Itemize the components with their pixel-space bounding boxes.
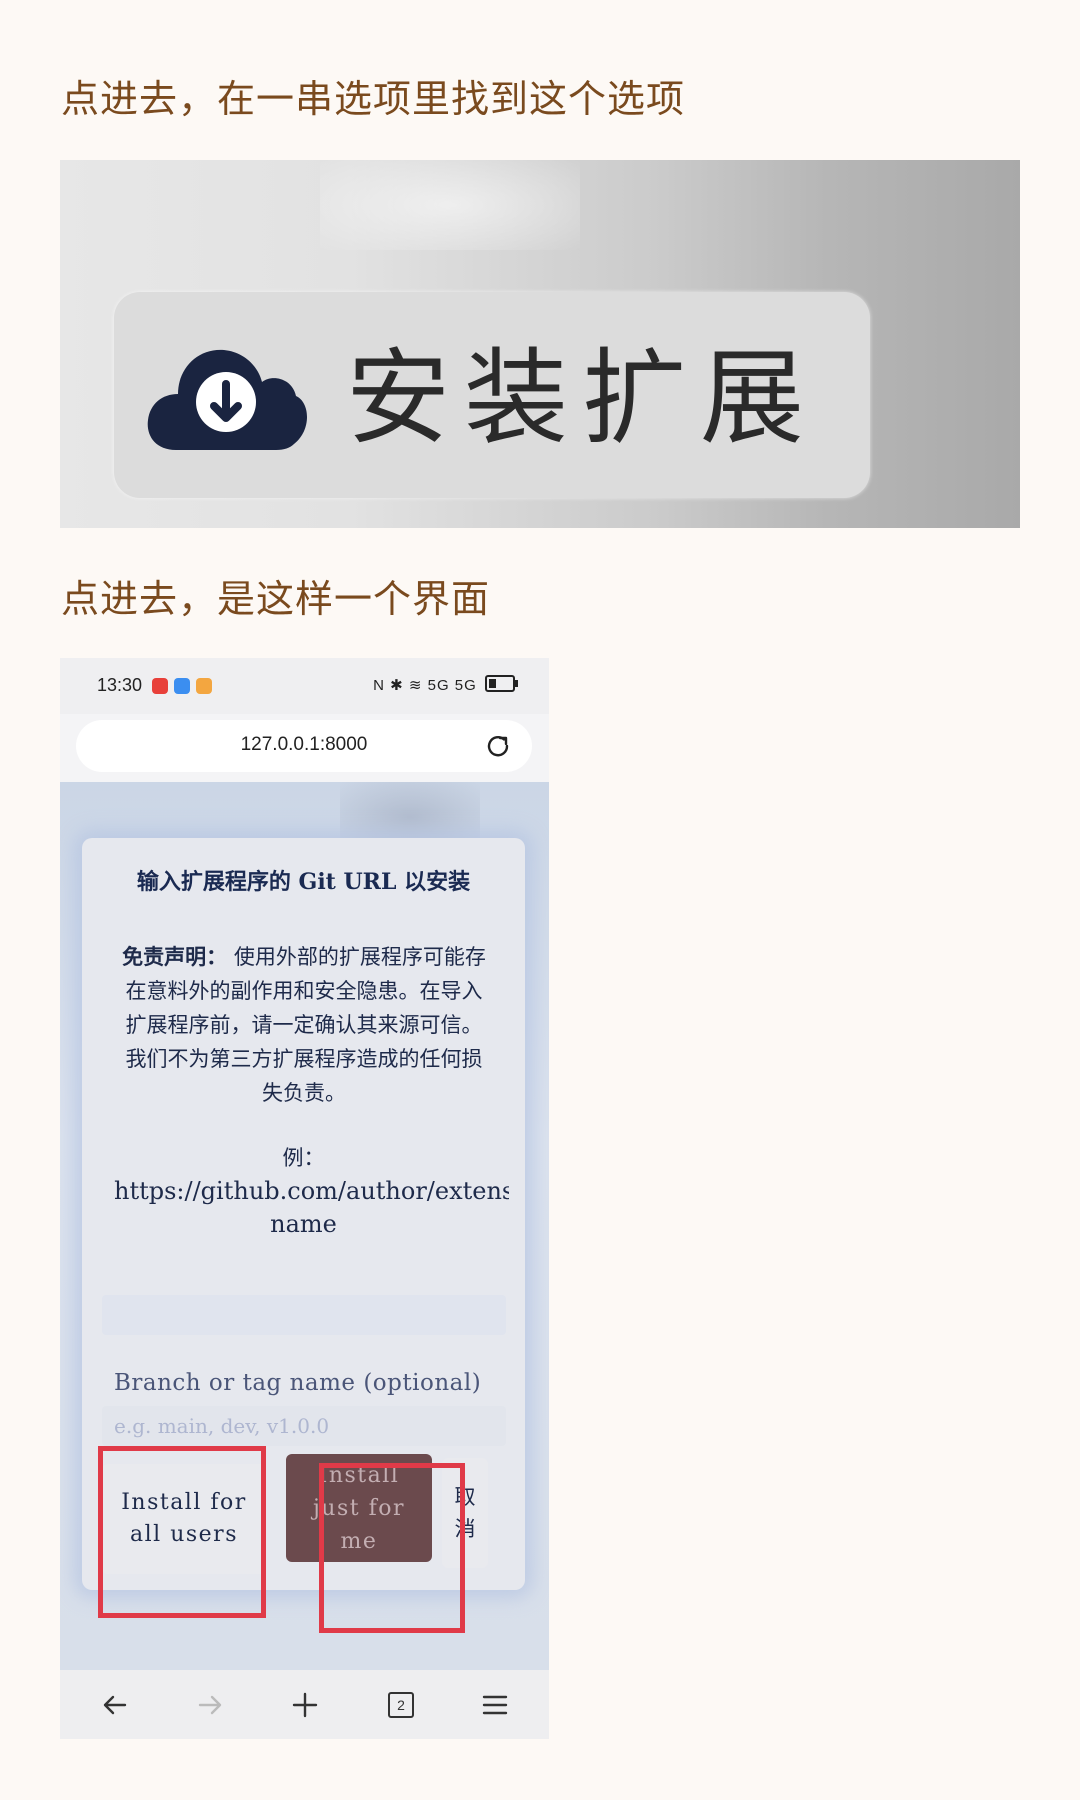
install-extension-crop: 安装扩展 xyxy=(60,160,1020,528)
forward-arrow-icon[interactable] xyxy=(193,1688,227,1722)
tabs-icon[interactable]: 2 xyxy=(388,1692,414,1718)
app-notification-icon xyxy=(152,678,168,694)
plus-icon[interactable] xyxy=(288,1688,322,1722)
dialog-title: 输入扩展程序的 Git URL 以安装 xyxy=(136,869,471,895)
status-indicators: N ✱ ≋ 5G 5G xyxy=(373,675,518,694)
glow-overlay xyxy=(320,160,580,250)
message-app-icon xyxy=(174,678,190,694)
browser-bottom-nav: 2 xyxy=(60,1670,549,1739)
disclaimer-text: 免责声明： 使用外部的扩展程序可能存在意料外的副作用和安全隐患。在导入扩展程序前… xyxy=(116,940,492,1110)
menu-icon[interactable] xyxy=(478,1688,512,1722)
branch-input[interactable]: e.g. main, dev, v1.0.0 xyxy=(102,1406,506,1446)
highlight-box-all-users xyxy=(98,1446,266,1618)
cloud-download-icon xyxy=(147,349,307,450)
reload-icon[interactable] xyxy=(484,732,512,760)
app-notification-icon xyxy=(196,678,212,694)
back-arrow-icon[interactable] xyxy=(98,1688,132,1722)
branch-label: Branch or tag name (optional) xyxy=(114,1370,482,1396)
disclaimer-label: 免责声明： xyxy=(122,944,228,969)
highlight-box-just-me xyxy=(319,1463,465,1633)
example-url: https://github.com/author/extension- xyxy=(114,1177,509,1205)
address-url: 127.0.0.1:8000 xyxy=(240,734,368,755)
disclaimer-body: 使用外部的扩展程序可能存在意料外的副作用和安全隐患。在导入扩展程序前，请一定确认… xyxy=(125,945,486,1105)
article-caption-2: 点进去，是这样一个界面 xyxy=(61,577,491,621)
git-url-input[interactable] xyxy=(102,1295,506,1335)
status-bar: 13:30 N ✱ ≋ 5G 5G xyxy=(60,658,549,714)
battery-icon xyxy=(485,675,518,692)
install-extension-label: 安装扩展 xyxy=(346,337,819,459)
phone-screenshot: 13:30 N ✱ ≋ 5G 5G 127.0.0.1:8000 输入扩展程序的… xyxy=(60,658,549,1739)
example-label: 例： xyxy=(282,1146,325,1170)
example-name: name xyxy=(270,1210,337,1238)
status-signal-text: N ✱ ≋ 5G 5G xyxy=(373,677,477,694)
address-bar[interactable]: 127.0.0.1:8000 xyxy=(76,720,532,772)
article-caption-1: 点进去，在一串选项里找到这个选项 xyxy=(61,77,686,121)
branch-placeholder: e.g. main, dev, v1.0.0 xyxy=(114,1414,330,1438)
status-time: 13:30 xyxy=(97,675,143,695)
